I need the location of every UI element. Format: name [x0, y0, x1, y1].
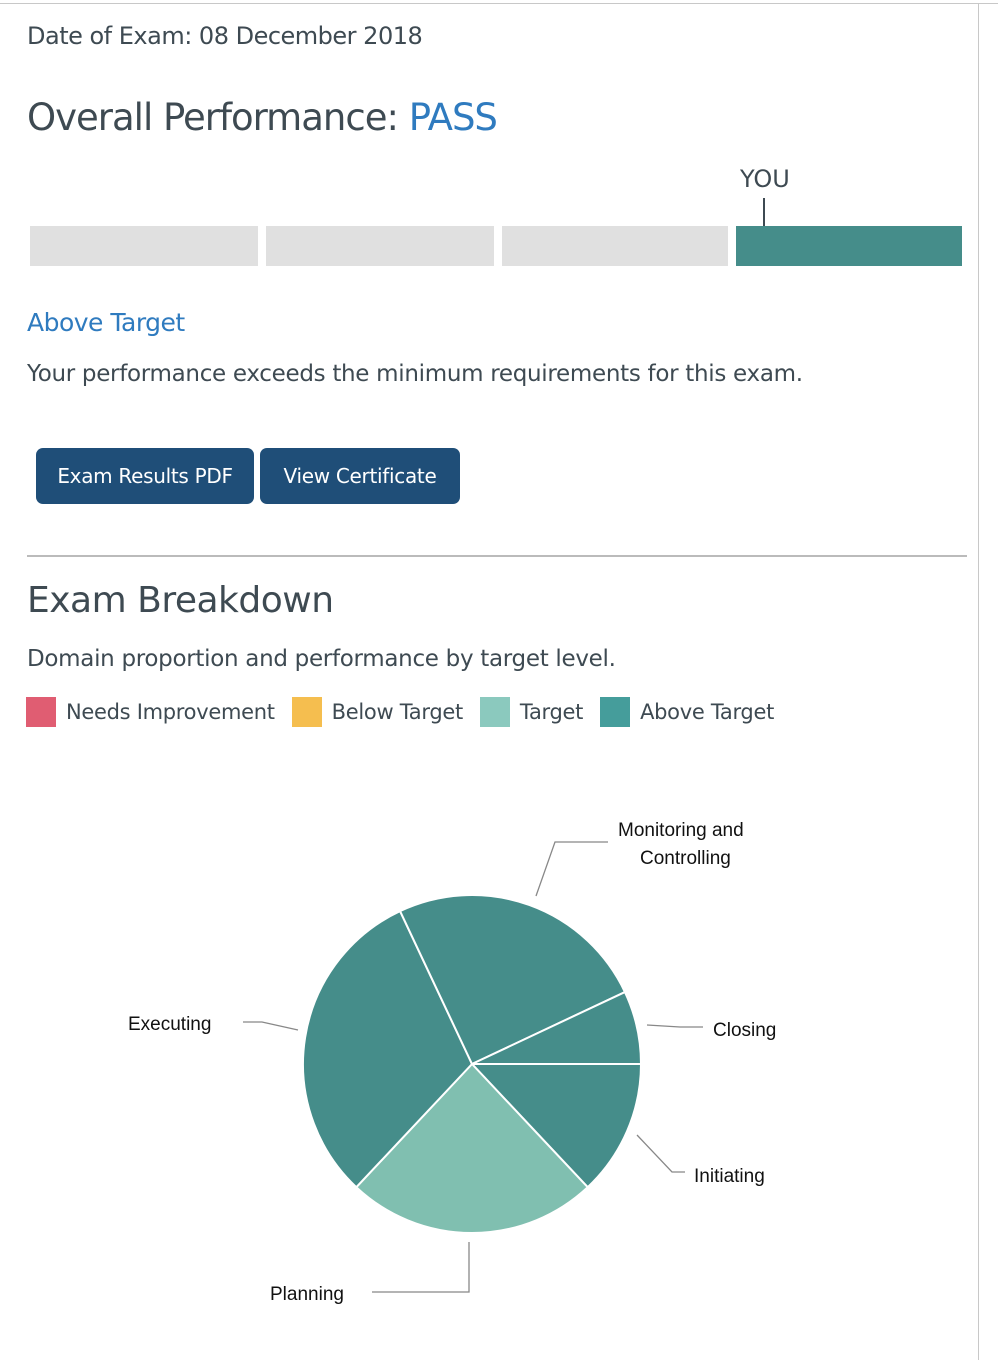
- pie-label: Monitoring and: [618, 820, 744, 841]
- leader-line: [372, 1242, 470, 1293]
- pie-label: Initiating: [694, 1166, 765, 1187]
- pie-label: Closing: [713, 1020, 776, 1041]
- leader-line: [535, 841, 608, 897]
- leader-line: [646, 1024, 703, 1028]
- leader-line: [636, 1134, 685, 1173]
- domain-pie-chart: Initiating Planning Executing Monitoring an…: [128, 820, 776, 1305]
- leader-line: [243, 1021, 299, 1031]
- pie-label: Controlling: [640, 848, 731, 869]
- pie-label: Planning: [270, 1284, 344, 1305]
- pie-label: Executing: [128, 1014, 211, 1035]
